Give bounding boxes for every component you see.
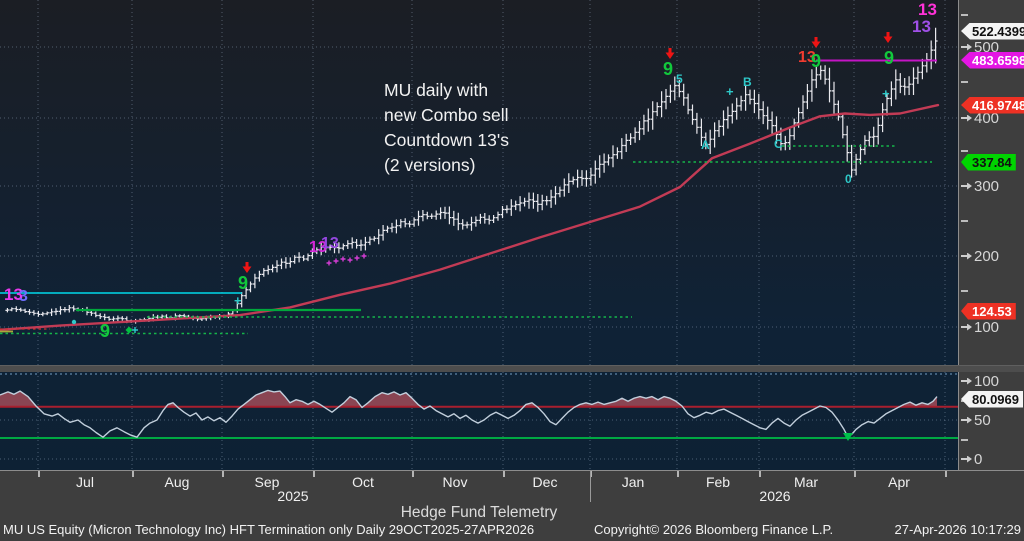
- axis-tick-icon: [961, 378, 972, 385]
- panel-separator[interactable]: [0, 365, 1024, 372]
- axis-minor-tick: [961, 290, 968, 292]
- cyan-plus-marker: [132, 327, 138, 333]
- axis-tick-label: 0: [974, 452, 982, 467]
- note-line: (2 versions): [384, 153, 509, 178]
- axis-minor-tick: [961, 150, 968, 152]
- price-tag: 416.9748: [961, 97, 1024, 114]
- month-label-oct: Oct: [352, 474, 374, 490]
- td-annotation-B: B: [743, 76, 752, 88]
- time-axis: Jul Aug Sep Oct Nov Dec Jan Feb Mar Apr 2025 2026: [0, 471, 1024, 503]
- month-tick: [38, 471, 40, 477]
- month-label-mar: Mar: [794, 474, 818, 490]
- osc-overbought-fill: [0, 390, 937, 406]
- price-axis: 500400300200100100500522.4399483.6598416…: [958, 0, 1024, 470]
- td-annotation-plus: +: [726, 85, 734, 98]
- month-tick: [132, 471, 134, 477]
- price-tag: 124.53: [961, 303, 1016, 320]
- price-tag: 80.0969: [961, 391, 1023, 408]
- month-label-feb: Feb: [706, 474, 730, 490]
- osc-gridlines: [0, 420, 958, 459]
- sell-arrow-icon: [884, 32, 893, 43]
- axis-tick-icon: [961, 324, 972, 331]
- osc-line: [0, 390, 937, 437]
- chart-plot-area[interactable]: MU daily with new Combo sell Countdown 1…: [0, 0, 958, 470]
- td-annotation-5: 5: [676, 73, 683, 85]
- bloomberg-chart-window: MU daily with new Combo sell Countdown 1…: [0, 0, 1024, 541]
- axis-minor-tick: [961, 439, 968, 441]
- telemetry-watermark: Hedge Fund Telemetry: [0, 504, 958, 522]
- axis-minor-tick: [961, 81, 968, 83]
- bottom-bar: Jul Aug Sep Oct Nov Dec Jan Feb Mar Apr 2025 2026 H…: [0, 470, 1024, 541]
- price-tag: 483.6598: [961, 52, 1024, 69]
- td-annotation-0: 0: [845, 173, 852, 185]
- month-tick: [945, 471, 947, 477]
- sell-arrow-icon: [812, 37, 821, 48]
- note-line: Countdown 13's: [384, 128, 509, 153]
- td-annotation-9: 9: [238, 274, 248, 292]
- td-annotation-3: 3: [19, 289, 28, 305]
- month-tick: [759, 471, 761, 477]
- axis-minor-tick: [961, 220, 968, 222]
- price-tag: 337.84: [961, 154, 1016, 171]
- timestamp: 27-Apr-2026 10:17:29: [895, 522, 1021, 537]
- axis-tick-icon: [961, 183, 972, 190]
- month-tick: [222, 471, 224, 477]
- axis-tick-label: 100: [974, 374, 999, 389]
- security-description: MU US Equity (Micron Technology Inc) HFT…: [3, 522, 534, 537]
- axis-tick-icon: [961, 115, 972, 122]
- month-label-aug: Aug: [165, 474, 190, 490]
- td-annotation-9: 9: [663, 60, 673, 78]
- month-label-sep: Sep: [255, 474, 280, 490]
- note-line: MU daily with: [384, 78, 509, 103]
- month-tick: [412, 471, 414, 477]
- axis-tick-icon: [961, 456, 972, 463]
- month-tick: [677, 471, 679, 477]
- copyright-text: Copyright© 2026 Bloomberg Finance L.P.: [594, 522, 833, 537]
- year-label-2025: 2025: [277, 488, 308, 504]
- countdown-plus-markers: [327, 254, 367, 266]
- year-separator: [590, 471, 591, 502]
- month-tick: [854, 471, 856, 477]
- sell-arrow-icon: [666, 48, 675, 59]
- status-row: MU US Equity (Micron Technology Inc) HFT…: [0, 522, 1024, 538]
- cyan-dot-marker: [72, 320, 76, 324]
- axis-tick-label: 200: [974, 249, 999, 264]
- td-annotation-13: 13: [321, 236, 339, 252]
- chart-annotation-note: MU daily with new Combo sell Countdown 1…: [384, 78, 509, 178]
- axis-tick-icon: [961, 253, 972, 260]
- td-annotation-plus: +: [882, 87, 890, 100]
- year-label-2026: 2026: [759, 488, 790, 504]
- month-label-jan: Jan: [622, 474, 645, 490]
- axis-minor-tick: [961, 14, 968, 16]
- td-annotation-9: 9: [811, 52, 821, 70]
- td-annotation-C: C: [774, 138, 783, 150]
- td-annotation-13: 13: [912, 18, 931, 35]
- td-annotation-9: 9: [100, 322, 110, 340]
- axis-tick-label: 100: [974, 320, 999, 335]
- td-annotation-A: A: [701, 139, 710, 151]
- green-diamond-marker: [126, 327, 133, 334]
- month-label-nov: Nov: [443, 474, 468, 490]
- month-label-dec: Dec: [533, 474, 558, 490]
- month-label-jul: Jul: [76, 474, 94, 490]
- price-tag: 522.4399: [961, 23, 1024, 40]
- note-line: new Combo sell: [384, 103, 509, 128]
- axis-tick-label: 300: [974, 179, 999, 194]
- td-annotation-13: 13: [918, 1, 937, 18]
- td-annotation-9: 9: [884, 49, 894, 67]
- month-tick: [503, 471, 505, 477]
- axis-tick-label: 50: [974, 413, 991, 428]
- td-annotation-plus: +: [234, 294, 242, 307]
- axis-tick-icon: [961, 417, 972, 424]
- sell-arrow-icon: [243, 262, 252, 273]
- axis-tick-icon: [961, 44, 972, 51]
- month-tick: [313, 471, 315, 477]
- month-label-apr: Apr: [888, 474, 910, 490]
